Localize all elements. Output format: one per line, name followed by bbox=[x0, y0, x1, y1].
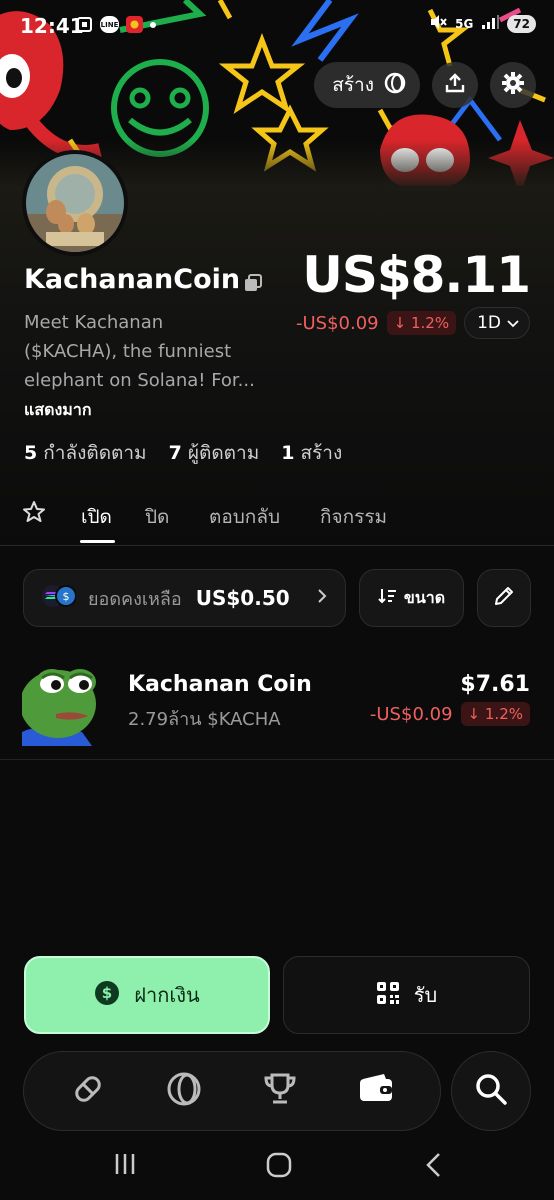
token-avatar bbox=[22, 652, 102, 746]
balance-button[interactable]: $ ยอดคงเหลือ US$0.50 bbox=[23, 569, 346, 627]
profile-description: Meet Kachanan ($KACHA), the funniest ele… bbox=[24, 308, 269, 395]
tab-closed[interactable]: ปิด bbox=[145, 502, 169, 532]
balance-value: US$0.50 bbox=[195, 586, 290, 610]
tab-bar: เปิด ปิด ตอบกลับ กิจกรรม bbox=[0, 498, 554, 546]
dollar-circle-icon: $ bbox=[94, 980, 120, 1011]
notification-dot-icon bbox=[150, 21, 156, 28]
active-tab-indicator bbox=[80, 540, 115, 543]
price-change-badge: ↓ 1.2% bbox=[386, 311, 457, 335]
svg-text:$: $ bbox=[102, 984, 112, 1002]
stat-label: สร้าง bbox=[300, 442, 343, 464]
settings-button[interactable] bbox=[490, 62, 536, 108]
line-app-icon: LINE bbox=[100, 16, 119, 33]
price-change-percent: 1.2% bbox=[410, 314, 450, 332]
sort-button[interactable]: ขนาด bbox=[359, 569, 464, 627]
stat-followers[interactable]: 7 ผู้ติดตาม bbox=[169, 438, 260, 468]
nav-feed[interactable] bbox=[154, 1061, 214, 1121]
signal-icon bbox=[481, 14, 500, 33]
token-change-percent: 1.2% bbox=[484, 705, 523, 723]
back-icon[interactable] bbox=[424, 1152, 444, 1182]
stat-count: 5 bbox=[24, 442, 38, 464]
description-line: Meet Kachanan bbox=[24, 312, 164, 333]
pepe-frog-image bbox=[22, 652, 102, 746]
mute-icon bbox=[429, 14, 447, 33]
status-bar: 12:41 LINE 5G 72 bbox=[0, 0, 554, 52]
stat-label: ผู้ติดตาม bbox=[187, 442, 260, 464]
token-amount: 2.79ล้าน $KACHA bbox=[128, 709, 281, 730]
down-arrow-icon: ↓ bbox=[467, 705, 481, 723]
receive-button[interactable]: รับ bbox=[283, 956, 530, 1034]
edit-button[interactable] bbox=[477, 569, 531, 627]
qr-code-icon bbox=[376, 981, 400, 1010]
token-name: Kachanan Coin bbox=[128, 672, 312, 697]
token-change: -US$0.09 ↓ 1.2% bbox=[370, 702, 530, 726]
price-change-value: -US$0.09 bbox=[295, 312, 379, 334]
sort-icon bbox=[378, 587, 398, 609]
profile-stats: 5 กำลังติดตาม 7 ผู้ติดตาม 1 สร้าง bbox=[24, 438, 342, 468]
battery-indicator: 72 bbox=[507, 14, 536, 33]
status-system-icons: 5G 72 bbox=[429, 14, 536, 33]
period-selector[interactable]: 1D bbox=[464, 307, 530, 339]
network-label: 5G bbox=[455, 16, 474, 31]
search-button[interactable] bbox=[451, 1051, 531, 1131]
nav-wallet[interactable] bbox=[346, 1061, 406, 1121]
stat-label: กำลังติดตาม bbox=[43, 442, 147, 464]
tab-replies[interactable]: ตอบกลับ bbox=[209, 502, 280, 532]
sort-label: ขนาด bbox=[403, 587, 446, 607]
chevron-down-icon bbox=[507, 313, 519, 333]
tab-open[interactable]: เปิด bbox=[81, 502, 112, 532]
screenshot-icon bbox=[76, 16, 93, 33]
share-button[interactable] bbox=[432, 62, 478, 108]
home-icon[interactable] bbox=[266, 1152, 292, 1182]
price-change-row: -US$0.09 ↓ 1.2% 1D bbox=[296, 307, 530, 339]
token-change-value: -US$0.09 bbox=[369, 703, 453, 725]
header-actions: สร้าง bbox=[314, 62, 536, 108]
settings-gear-icon bbox=[501, 71, 525, 99]
deposit-label: ฝากเงิน bbox=[134, 983, 200, 1007]
profile-avatar[interactable] bbox=[22, 150, 128, 256]
description-line: ($KACHA), the funniest bbox=[24, 341, 232, 362]
star-icon[interactable] bbox=[22, 500, 46, 528]
tab-activity[interactable]: กิจกรรม bbox=[320, 502, 387, 532]
token-value: $7.61 bbox=[460, 672, 530, 697]
copy-icon[interactable] bbox=[243, 273, 263, 297]
share-icon bbox=[444, 72, 466, 98]
solana-icon: $ bbox=[42, 585, 77, 611]
balance-label: ยอดคงเหลือ bbox=[88, 588, 182, 610]
status-time: 12:41 bbox=[20, 14, 84, 38]
stat-following[interactable]: 5 กำลังติดตาม bbox=[24, 438, 147, 468]
down-arrow-icon: ↓ bbox=[393, 314, 407, 332]
search-icon bbox=[474, 1072, 508, 1110]
wallet-icon bbox=[358, 1071, 394, 1111]
create-label: สร้าง bbox=[332, 74, 374, 96]
pencil-icon bbox=[493, 585, 515, 611]
deposit-button[interactable]: $ ฝากเงิน bbox=[24, 956, 270, 1034]
period-value: 1D bbox=[477, 313, 501, 333]
nav-leaderboard[interactable] bbox=[250, 1061, 310, 1121]
token-change-badge: ↓ 1.2% bbox=[460, 702, 530, 726]
portfolio-price: US$8.11 bbox=[302, 246, 531, 304]
stat-count: 7 bbox=[168, 442, 182, 464]
pill-icon bbox=[70, 1071, 106, 1111]
bottom-navigation bbox=[23, 1051, 441, 1131]
system-navigation-bar bbox=[0, 1138, 554, 1200]
svg-text:$: $ bbox=[63, 590, 70, 603]
red-app-icon bbox=[126, 16, 143, 33]
stat-count: 1 bbox=[281, 442, 295, 464]
description-line: elephant on Solana! For... bbox=[24, 370, 255, 391]
ring-logo-icon bbox=[166, 1071, 202, 1111]
create-button[interactable]: สร้าง bbox=[314, 62, 420, 108]
elephant-avatar-image bbox=[26, 154, 124, 252]
ring-logo-icon bbox=[384, 72, 406, 99]
stat-created[interactable]: 1 สร้าง bbox=[281, 438, 342, 468]
profile-name: KachananCoin bbox=[24, 264, 241, 295]
chevron-right-icon bbox=[317, 588, 327, 608]
token-row[interactable]: Kachanan Coin 2.79ล้าน $KACHA $7.61 -US$… bbox=[0, 650, 554, 760]
trophy-icon bbox=[262, 1071, 298, 1111]
recent-apps-icon[interactable] bbox=[113, 1152, 137, 1180]
nav-pill[interactable] bbox=[58, 1061, 118, 1121]
receive-label: รับ bbox=[413, 983, 438, 1007]
show-more-link[interactable]: แสดงมาก bbox=[24, 398, 92, 423]
status-notification-icons: LINE bbox=[76, 16, 156, 33]
